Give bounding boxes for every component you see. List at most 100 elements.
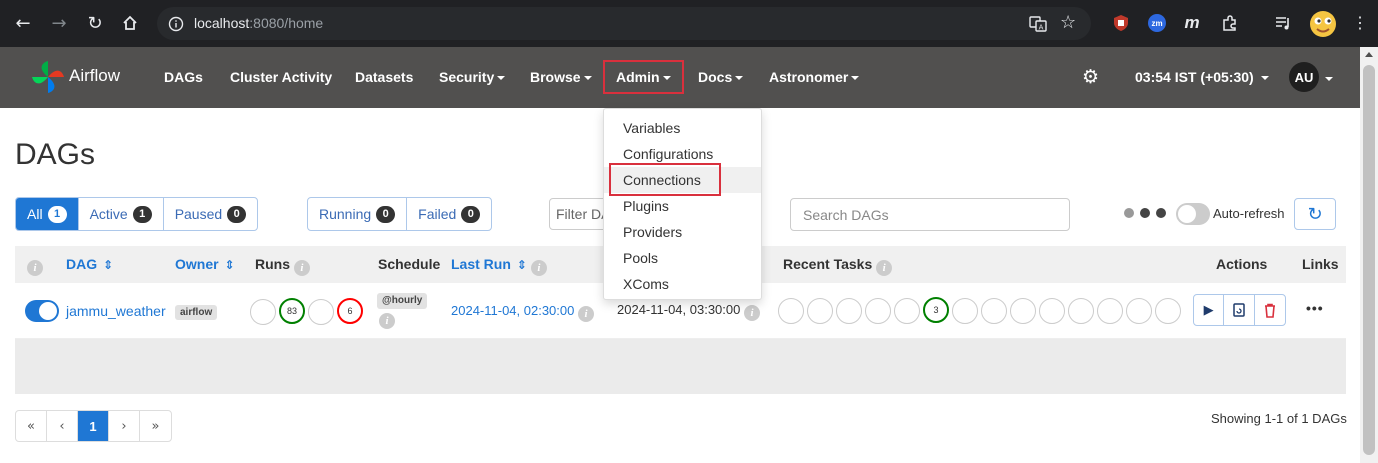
info-icon[interactable]: i (379, 313, 395, 329)
m-icon[interactable]: m (1182, 13, 1202, 33)
nav-browse-label: Browse (530, 69, 581, 85)
sort-owner-header[interactable]: Owner ⇕ (175, 256, 235, 272)
info-icon: i (530, 260, 547, 276)
sort-last-run-header[interactable]: Last Run ⇕ i (451, 256, 547, 276)
more-links-icon[interactable]: ••• (1306, 300, 1324, 316)
run-state-running[interactable] (308, 299, 334, 325)
ublock-icon[interactable] (1111, 13, 1131, 33)
task-state-circle[interactable] (952, 298, 978, 324)
task-state-circle[interactable] (836, 298, 862, 324)
nav-datasets[interactable]: Datasets (355, 69, 413, 85)
media-icon[interactable] (1273, 13, 1293, 33)
task-state-circle[interactable] (1126, 298, 1152, 324)
next-page-button[interactable]: › (109, 411, 140, 441)
actions-header: Actions (1216, 256, 1268, 272)
auto-refresh-toggle[interactable] (1176, 203, 1210, 225)
puzzle-icon[interactable] (1220, 13, 1240, 33)
filter-paused-button[interactable]: Paused 0 (164, 198, 257, 230)
last-page-button[interactable]: » (140, 411, 171, 441)
nav-browse[interactable]: Browse (530, 69, 592, 85)
zoom-icon[interactable]: zm (1147, 13, 1167, 33)
tag-filter-input[interactable]: Filter DAGs by tag (549, 198, 609, 230)
run-state-failed[interactable]: 6 (337, 298, 363, 324)
nav-dags[interactable]: DAGs (164, 69, 203, 85)
timezone-label: 03:54 IST (+05:30) (1135, 69, 1254, 85)
avatar[interactable]: AU (1289, 62, 1319, 92)
timezone-menu[interactable]: 03:54 IST (+05:30) (1135, 69, 1269, 85)
task-state-circle[interactable] (1155, 298, 1181, 324)
menu-item-pools[interactable]: Pools (604, 245, 761, 271)
menu-item-variables[interactable]: Variables (604, 115, 761, 141)
filter-active-button[interactable]: Active 1 (79, 198, 164, 230)
nav-docs[interactable]: Docs (698, 69, 744, 85)
nav-astronomer[interactable]: Astronomer (769, 69, 860, 85)
url-path: :8080/home (249, 15, 324, 31)
trigger-dag-button[interactable]: ▶ (1194, 295, 1225, 325)
forward-icon[interactable]: → (48, 12, 70, 34)
address-bar[interactable]: localhost:8080/home A ☆ (157, 7, 1091, 40)
header-runs-label: Runs (255, 256, 290, 272)
url-host: localhost (194, 15, 250, 31)
run-state-queued[interactable] (250, 299, 276, 325)
filter-failed-button[interactable]: Failed 0 (407, 198, 491, 230)
scrollbar-thumb[interactable] (1363, 65, 1375, 455)
prev-page-button[interactable]: ‹ (47, 411, 78, 441)
task-state-circle[interactable] (778, 298, 804, 324)
scrollbar[interactable] (1360, 47, 1378, 463)
owner-tag[interactable]: airflow (175, 305, 218, 320)
run-state-success[interactable]: 83 (279, 298, 305, 324)
nav-cluster-activity[interactable]: Cluster Activity (230, 69, 332, 85)
filter-running-button[interactable]: Running 0 (308, 198, 408, 230)
star-icon[interactable]: ☆ (1060, 12, 1076, 33)
scroll-up-icon[interactable] (1365, 52, 1373, 57)
page-title: DAGs (15, 138, 96, 171)
task-state-circle[interactable] (1039, 298, 1065, 324)
menu-item-providers[interactable]: Providers (604, 219, 761, 245)
dag-pause-toggle[interactable] (25, 300, 59, 322)
gear-icon[interactable]: ⚙ (1082, 66, 1099, 88)
page-1-button[interactable]: 1 (78, 411, 109, 441)
sort-dag-header[interactable]: DAG ⇕ (66, 256, 113, 272)
first-page-button[interactable]: « (16, 411, 47, 441)
svg-text:A: A (1039, 24, 1044, 32)
menu-item-plugins[interactable]: Plugins (604, 193, 761, 219)
recent-tasks-header: Recent Tasks i (783, 256, 893, 276)
last-run-link[interactable]: 2024-11-04, 02:30:00 i (451, 303, 594, 322)
menu-item-xcoms[interactable]: XComs (604, 271, 761, 297)
reload-icon[interactable]: ↻ (84, 12, 106, 34)
brand-name[interactable]: Airflow (69, 66, 120, 86)
nav-security[interactable]: Security (439, 69, 506, 85)
header-dag-label: DAG (66, 256, 98, 272)
task-state-circle[interactable] (981, 298, 1007, 324)
dag-id-link[interactable]: jammu_weather (66, 303, 166, 319)
search-input[interactable]: Search DAGs (790, 198, 1070, 231)
task-state-circle[interactable] (1068, 298, 1094, 324)
filter-all-button[interactable]: All 1 (16, 198, 79, 230)
info-icon: i (293, 260, 310, 276)
delete-dag-button[interactable] (1255, 295, 1285, 325)
airflow-navbar: Airflow DAGs Cluster Activity Datasets S… (0, 47, 1360, 108)
url-text[interactable]: localhost:8080/home (194, 15, 323, 31)
info-icon: i (744, 305, 760, 321)
task-state-circle[interactable] (894, 298, 920, 324)
back-icon[interactable]: ← (12, 12, 34, 34)
last-run-value: 2024-11-04, 02:30:00 (451, 303, 575, 318)
user-menu-caret-icon[interactable] (1325, 77, 1333, 81)
task-state-circle[interactable] (807, 298, 833, 324)
site-info-icon[interactable] (165, 13, 186, 34)
task-state-circle[interactable] (1097, 298, 1123, 324)
zoom-label: zm (1148, 14, 1166, 32)
kebab-menu-icon[interactable]: ⋮ (1350, 13, 1370, 33)
caret-down-icon (851, 76, 860, 80)
schedule-tag[interactable]: @hourly (377, 293, 428, 309)
task-state-success[interactable]: 3 (923, 297, 949, 323)
profile-emoji-icon[interactable] (1308, 9, 1338, 39)
refresh-button[interactable]: ↻ (1294, 198, 1336, 230)
refresh-dag-button[interactable] (1224, 295, 1255, 325)
home-icon[interactable] (119, 12, 141, 34)
airflow-logo-icon[interactable] (30, 57, 66, 97)
task-state-circle[interactable] (865, 298, 891, 324)
task-state-circle[interactable] (1010, 298, 1036, 324)
translate-icon[interactable]: A (1028, 14, 1048, 39)
table-empty-area (15, 339, 1346, 394)
